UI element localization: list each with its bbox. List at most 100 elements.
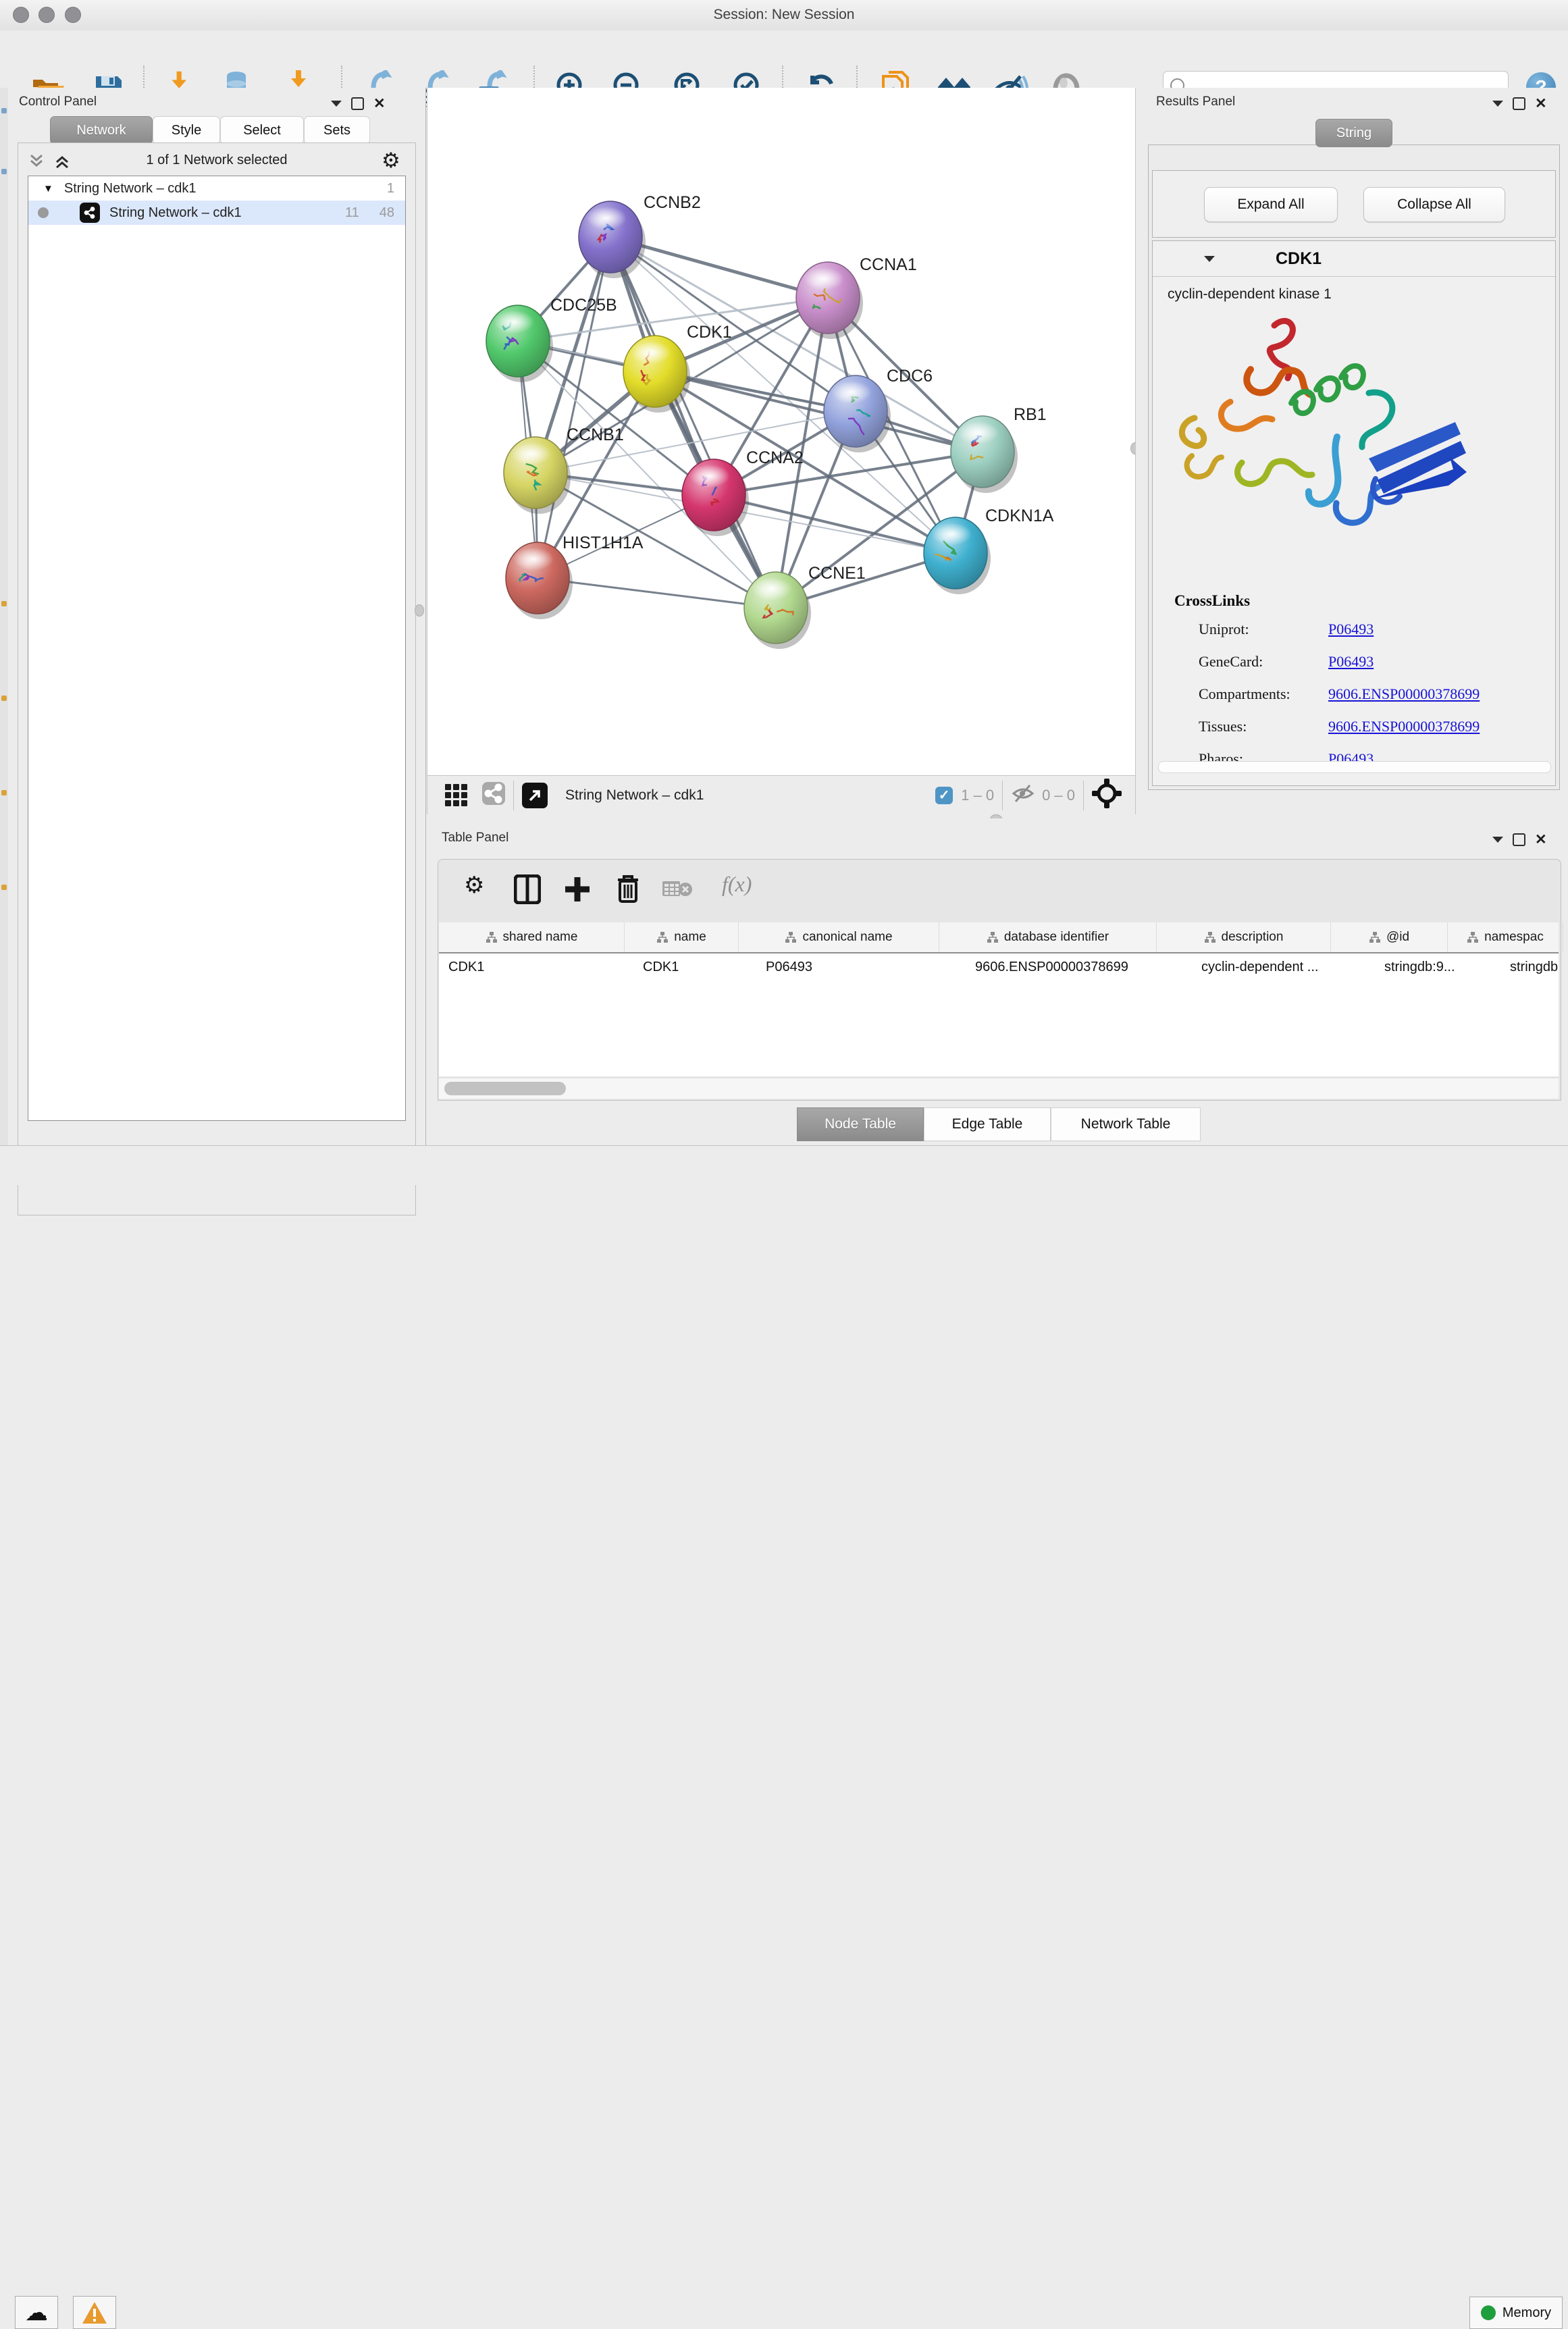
table-cell[interactable]: P06493 <box>756 953 966 980</box>
crosslink-value[interactable]: P06493 <box>1328 621 1374 638</box>
table-cell[interactable]: 9606.ENSP00000378699 <box>966 953 1192 980</box>
node-label-CCNE1: CCNE1 <box>808 564 866 583</box>
edge-dot <box>1 108 7 113</box>
node-label-CDKN1A: CDKN1A <box>985 506 1054 525</box>
table-hscrollbar-thumb[interactable] <box>444 1082 566 1095</box>
table-cell[interactable]: stringdb <box>1500 953 1568 980</box>
node-CDK1[interactable]: CDK1 <box>623 323 732 413</box>
network-graph[interactable]: CCNB2CCNA1CDC25BCDK1CDC6RB1CCNB1CCNA2CDK… <box>427 88 1135 775</box>
add-column-icon[interactable] <box>564 874 591 908</box>
control-panel-float-icon[interactable] <box>351 97 364 110</box>
tab-network-table[interactable]: Network Table <box>1051 1107 1201 1141</box>
node-CDC25B[interactable]: CDC25B <box>486 296 617 382</box>
tab-node-table[interactable]: Node Table <box>797 1107 924 1141</box>
collection-expander-icon[interactable]: ▼ <box>43 183 53 194</box>
status-bar: ☁ Memory <box>0 1145 1568 1185</box>
memory-button[interactable]: Memory <box>1469 2297 1563 2329</box>
collapse-all-button[interactable]: Collapse All <box>1363 187 1505 222</box>
network-collection-row[interactable]: ▼ String Network – cdk1 1 <box>28 176 405 201</box>
string-network-icon <box>80 203 100 223</box>
delete-column-trash-icon[interactable] <box>615 873 641 908</box>
view-grid-icon[interactable] <box>445 784 467 806</box>
crosslink-value[interactable]: P06493 <box>1328 653 1374 671</box>
birds-eye-toggle[interactable] <box>522 783 548 808</box>
edge-dot <box>1 696 7 701</box>
crosslink-value[interactable]: 9606.ENSP00000378699 <box>1328 685 1480 703</box>
crosslink-value[interactable]: 9606.ENSP00000378699 <box>1328 718 1480 735</box>
tab-sets[interactable]: Sets <box>304 116 370 145</box>
table-panel-float-icon[interactable] <box>1513 833 1525 846</box>
node-HIST1H1A[interactable]: HIST1H1A <box>506 533 644 619</box>
left-splitter-handle[interactable] <box>415 604 424 617</box>
results-panel-float-icon[interactable] <box>1513 97 1525 110</box>
node-CCNB1[interactable]: CCNB1 <box>504 425 624 514</box>
edge-CCNB2-HIST1H1A[interactable] <box>538 237 610 578</box>
memory-status-dot-icon <box>1481 2305 1496 2320</box>
node-label-CCNB2: CCNB2 <box>644 193 701 212</box>
table-row[interactable]: CDK1CDK1P064939606.ENSP00000378699cyclin… <box>439 953 1559 980</box>
node-RB1[interactable]: RB1 <box>951 405 1047 493</box>
network-tree: ▼ String Network – cdk1 1 String Network… <box>28 176 406 1121</box>
cloud-services-button[interactable]: ☁ <box>15 2296 58 2329</box>
pan-crosshair-icon[interactable] <box>1092 779 1122 812</box>
control-panel-close-icon[interactable]: ✕ <box>373 99 386 109</box>
control-panel-menu-icon[interactable] <box>331 101 342 107</box>
network-node-count: 11 <box>345 205 359 221</box>
tab-select[interactable]: Select <box>220 116 304 145</box>
column-header-id[interactable]: @id <box>1331 922 1448 952</box>
collection-count: 1 <box>387 181 394 197</box>
column-header-sharedname[interactable]: shared name <box>439 922 625 952</box>
table-cell[interactable]: CDK1 <box>633 953 756 980</box>
column-header-name[interactable]: name <box>625 922 739 952</box>
edge-dot <box>1 790 7 795</box>
node-expander-icon[interactable] <box>1204 256 1215 262</box>
network-canvas[interactable]: CCNB2CCNA1CDC25BCDK1CDC6RB1CCNB1CCNA2CDK… <box>427 88 1136 775</box>
titlebar: Session: New Session <box>0 0 1568 31</box>
edge-HIST1H1A-CCNE1[interactable] <box>538 578 776 608</box>
netbar-separator <box>1002 781 1003 810</box>
table-settings-gear-icon[interactable]: ⚙ <box>464 872 484 899</box>
tab-network[interactable]: Network <box>50 116 153 145</box>
column-header-namespac[interactable]: namespac <box>1448 922 1563 952</box>
selected-checkbox-icon[interactable]: ✓ <box>935 787 953 804</box>
table-cell[interactable]: stringdb:9... <box>1375 953 1500 980</box>
node-CCNE1[interactable]: CCNE1 <box>744 564 866 649</box>
table-cell[interactable]: cyclin-dependent ... <box>1192 953 1375 980</box>
crosslink-row: Compartments:9606.ENSP00000378699 <box>1199 685 1536 703</box>
network-current-dot-icon <box>38 207 49 218</box>
tab-style[interactable]: Style <box>153 116 220 145</box>
results-panel-menu-icon[interactable] <box>1492 101 1503 107</box>
expand-all-button[interactable]: Expand All <box>1204 187 1338 222</box>
node-label-HIST1H1A: HIST1H1A <box>563 533 644 552</box>
current-network-title: String Network – cdk1 <box>565 787 704 804</box>
network-row-selected[interactable]: String Network – cdk1 11 48 <box>28 201 405 225</box>
string-view-share-icon[interactable] <box>482 782 505 808</box>
tab-string[interactable]: String <box>1315 119 1392 147</box>
results-hscrollbar[interactable] <box>1158 761 1551 773</box>
column-header-canonicalname[interactable]: canonical name <box>739 922 939 952</box>
network-view-toolbar: String Network – cdk1 ✓ 1 – 0 0 – 0 <box>427 775 1136 814</box>
tab-edge-table[interactable]: Edge Table <box>924 1107 1051 1141</box>
node-name: CDK1 <box>1276 249 1322 269</box>
node-details-header[interactable]: CDK1 <box>1153 241 1555 277</box>
node-CDC6[interactable]: CDC6 <box>824 367 933 452</box>
edge-CCNA2-CDKN1A[interactable] <box>714 495 956 553</box>
results-panel-close-icon[interactable]: ✕ <box>1535 99 1547 109</box>
network-options-gear-icon[interactable]: ⚙ <box>382 149 400 173</box>
network-selection-status: 1 of 1 Network selected <box>18 153 415 168</box>
node-CCNB2[interactable]: CCNB2 <box>579 193 701 278</box>
hidden-eye-icon[interactable] <box>1011 783 1035 807</box>
node-CDKN1A[interactable]: CDKN1A <box>924 506 1054 594</box>
table-hscrollbar[interactable] <box>439 1078 1559 1099</box>
column-header-description[interactable]: description <box>1157 922 1331 952</box>
table-cell[interactable]: CDK1 <box>439 953 633 980</box>
table-panel-close-icon[interactable]: ✕ <box>1535 835 1547 845</box>
warning-icon <box>81 2301 108 2325</box>
table-panel-menu-icon[interactable] <box>1492 837 1503 843</box>
node-label-CCNB1: CCNB1 <box>567 425 624 444</box>
network-collection-box: 1 of 1 Network selected ⚙ ▼ String Netwo… <box>18 142 416 1215</box>
collection-label: String Network – cdk1 <box>64 181 197 197</box>
table-columns-icon[interactable] <box>514 874 541 908</box>
warnings-button[interactable] <box>73 2296 116 2329</box>
column-header-databaseidentifier[interactable]: database identifier <box>939 922 1157 952</box>
